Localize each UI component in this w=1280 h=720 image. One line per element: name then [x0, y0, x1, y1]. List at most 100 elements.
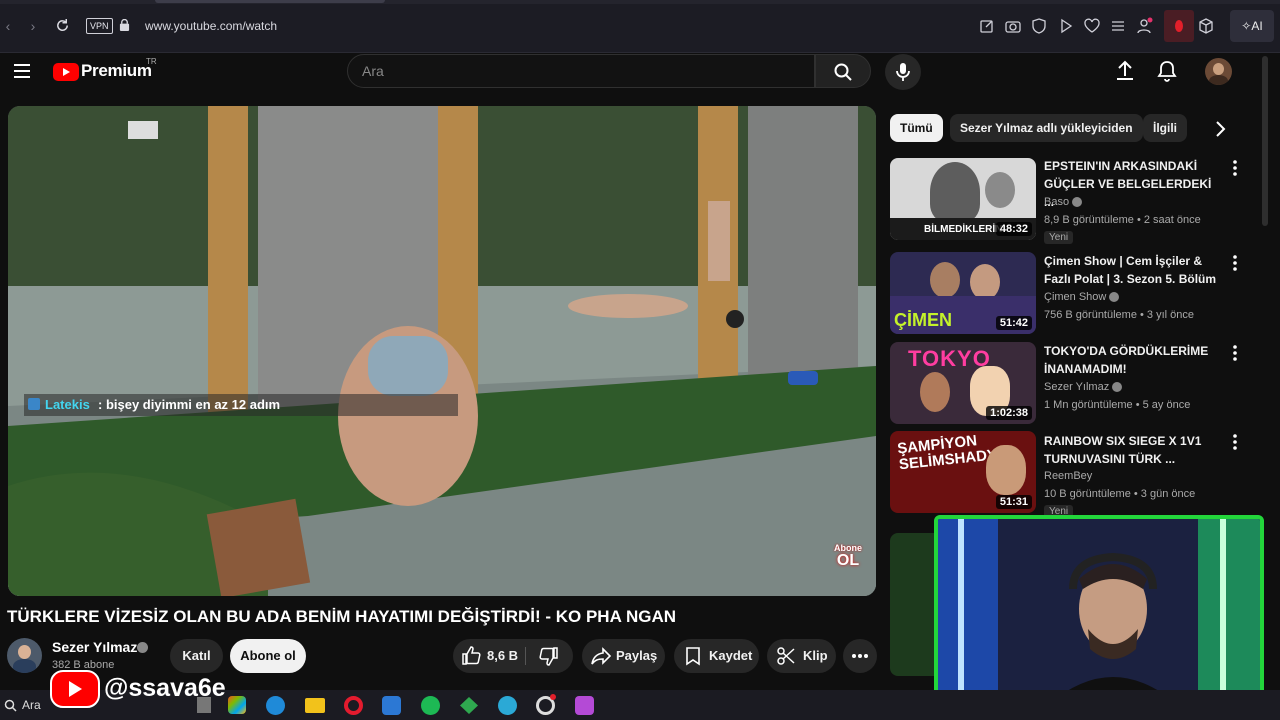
upload-icon[interactable]	[1112, 58, 1138, 84]
browser-app-icon[interactable]	[498, 696, 517, 715]
taskbar-search[interactable]: Ara	[22, 698, 41, 712]
taskbar-search-icon[interactable]	[4, 699, 17, 712]
record-icon[interactable]	[1170, 17, 1188, 35]
save-button[interactable]: Kaydet	[674, 639, 759, 673]
share-icon	[591, 647, 612, 665]
video-player[interactable]	[8, 106, 876, 596]
more-actions-button[interactable]	[843, 639, 877, 673]
scrollbar[interactable]	[1262, 56, 1268, 226]
video-duration: 1:02:38	[986, 406, 1032, 420]
channel-avatar[interactable]	[7, 638, 42, 673]
sparkle-icon: ✧	[1241, 19, 1252, 33]
related-channel[interactable]: ReemBey	[1044, 470, 1092, 482]
vpn-badge[interactable]: VPN	[86, 18, 113, 34]
lock-icon[interactable]	[119, 19, 130, 31]
thumbnail-caption: ŞAMPİYON SELİMSHADY	[896, 432, 998, 474]
video-duration: 48:32	[995, 222, 1032, 236]
share-button[interactable]: Paylaş	[582, 639, 665, 673]
video-duration: 51:42	[995, 316, 1032, 330]
channel-name[interactable]: Sezer Yılmaz	[52, 639, 137, 655]
chat-user-icon	[28, 398, 40, 410]
chip-all[interactable]: Tümü	[890, 114, 943, 142]
related-video-title[interactable]: RAINBOW SIX SIEGE X 1V1 TURNUVASINI TÜRK…	[1044, 432, 1224, 468]
youtube-watermark-icon	[50, 670, 100, 708]
related-channel[interactable]: Sezer Yılmaz	[1044, 381, 1123, 393]
verified-icon	[1112, 382, 1123, 393]
ai-label: AI	[1251, 19, 1263, 33]
profile-icon[interactable]	[1135, 17, 1153, 35]
dislike-icon[interactable]	[538, 646, 559, 667]
user-avatar[interactable]	[1205, 58, 1232, 85]
related-video-title[interactable]: TOKYO'DA GÖRDÜKLERİME İNANAMADIM!	[1044, 342, 1224, 378]
edit-icon[interactable]	[978, 17, 996, 35]
active-tab[interactable]	[155, 0, 385, 3]
shield-icon[interactable]	[1030, 17, 1048, 35]
video-frame	[8, 106, 876, 596]
more-icon	[852, 654, 868, 658]
subscribe-button[interactable]: Abone ol	[230, 639, 306, 673]
search-icon	[834, 63, 852, 81]
related-meta: 756 B görüntüleme • 3 yıl önce	[1044, 309, 1194, 321]
chip-related[interactable]: İlgili	[1143, 114, 1187, 142]
search-button[interactable]	[815, 54, 871, 88]
kebab-menu-icon[interactable]	[1228, 253, 1242, 273]
join-button[interactable]: Katıl	[170, 639, 223, 673]
brand-name[interactable]: Premium	[81, 61, 152, 81]
play-icon[interactable]	[1057, 17, 1075, 35]
share-label: Paylaş	[616, 648, 658, 663]
forward-icon[interactable]: ›	[25, 18, 41, 34]
like-icon[interactable]	[461, 645, 482, 666]
video-duration: 51:31	[995, 495, 1032, 509]
ai-button[interactable]: ✧AI	[1230, 10, 1274, 42]
opera-icon[interactable]	[344, 696, 363, 715]
bell-icon[interactable]	[1154, 58, 1180, 84]
edge-icon[interactable]	[266, 696, 285, 715]
chat-message: : bişey diyimmi en az 12 adım	[98, 397, 281, 412]
verified-icon	[1109, 292, 1120, 303]
related-channel-name: Sezer Yılmaz	[1044, 381, 1110, 393]
related-thumbnail[interactable]: BİLMEDİKLERİN 48:32	[890, 158, 1036, 240]
cube-icon[interactable]	[1197, 17, 1215, 35]
address-bar[interactable]: www.youtube.com/watch	[145, 18, 277, 34]
bookmark-icon	[686, 647, 700, 666]
youtube-logo-icon[interactable]	[53, 62, 79, 82]
related-thumbnail[interactable]: ÇİMEN 51:42	[890, 252, 1036, 334]
chat-username: Latekis	[45, 397, 90, 412]
media-app-icon[interactable]	[575, 696, 594, 715]
thumbnail-caption: BİLMEDİKLERİN	[924, 224, 1003, 235]
chip-from-uploader[interactable]: Sezer Yılmaz adlı yükleyiciden	[950, 114, 1143, 142]
spotify-icon[interactable]	[421, 696, 440, 715]
reload-icon[interactable]	[55, 18, 70, 33]
search-input[interactable]	[348, 55, 816, 87]
outlook-icon[interactable]	[382, 696, 401, 715]
related-channel[interactable]: Çimen Show	[1044, 291, 1120, 303]
kebab-menu-icon[interactable]	[1228, 343, 1242, 363]
related-video-title[interactable]: Çimen Show | Cem İşçiler & Fazlı Polat |…	[1044, 252, 1224, 288]
copilot-icon[interactable]	[228, 696, 246, 714]
related-thumbnail[interactable]: ŞAMPİYON SELİMSHADY 51:31	[890, 431, 1036, 513]
camera-icon[interactable]	[1004, 17, 1022, 35]
chevron-right-icon[interactable]	[1208, 117, 1232, 141]
voice-search-button[interactable]	[885, 54, 921, 90]
related-thumbnail-partial[interactable]	[890, 533, 934, 676]
save-label: Kaydet	[709, 648, 753, 663]
verified-icon	[1072, 197, 1083, 208]
thumbnail-caption: ÇİMEN	[894, 310, 952, 330]
back-icon[interactable]: ‹	[0, 18, 16, 34]
subscribe-watermark[interactable]: Abone OL	[832, 543, 864, 573]
like-count[interactable]: 8,6 B	[487, 639, 518, 673]
clip-button[interactable]: Klip	[767, 639, 836, 673]
heart-icon[interactable]	[1083, 17, 1101, 35]
related-channel[interactable]: Baso	[1044, 196, 1083, 208]
list-icon[interactable]	[1109, 17, 1127, 35]
related-thumbnail[interactable]: TOKYO 1:02:38	[890, 342, 1036, 424]
like-divider	[525, 647, 526, 665]
kebab-menu-icon[interactable]	[1228, 432, 1242, 452]
search-box[interactable]	[347, 54, 816, 88]
hamburger-menu-icon[interactable]	[12, 62, 32, 80]
related-channel-name: Çimen Show	[1044, 291, 1107, 303]
folder-icon[interactable]	[305, 698, 325, 713]
webcam-frame	[938, 519, 1260, 705]
webcam-overlay	[934, 515, 1264, 709]
kebab-menu-icon[interactable]	[1228, 158, 1242, 178]
